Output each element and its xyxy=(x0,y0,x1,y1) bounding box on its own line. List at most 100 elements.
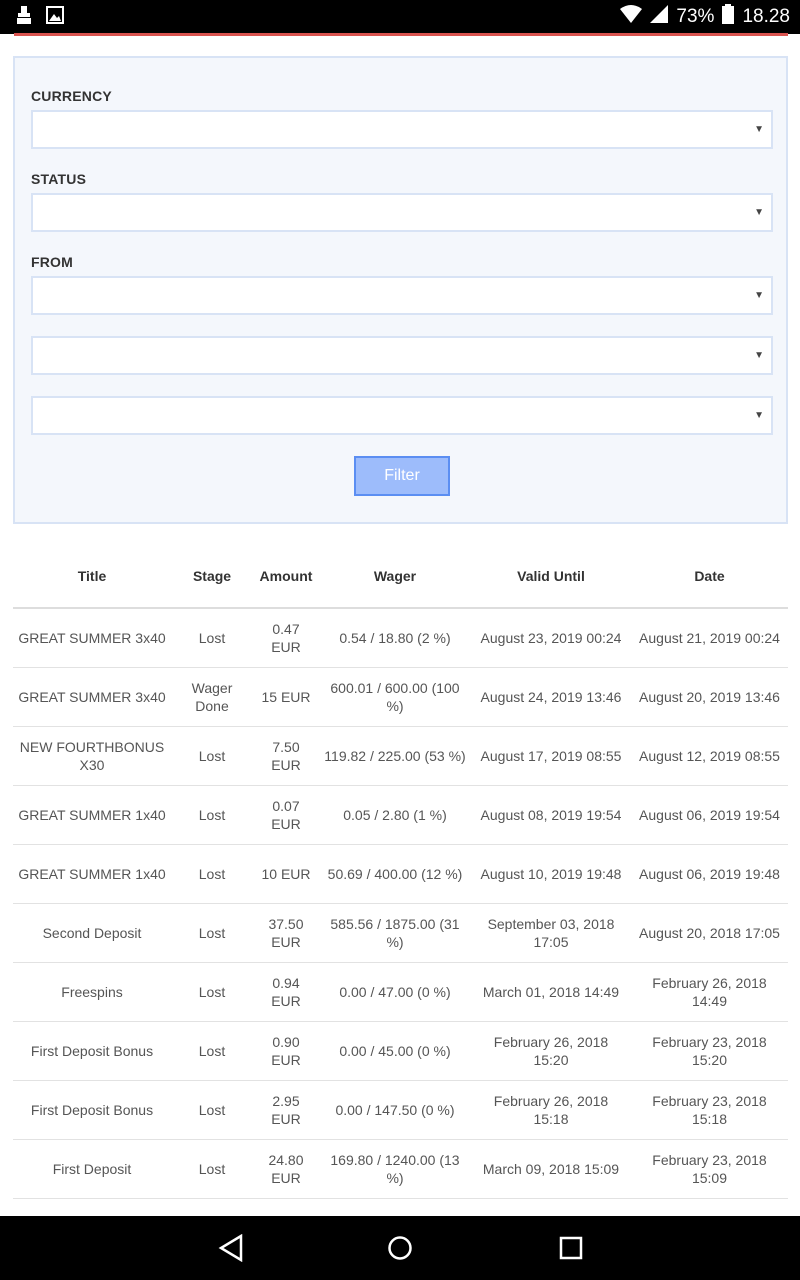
table-row: GREAT SUMMER 3x40 Lost 0.47 EUR 0.54 / 18.8… xyxy=(13,608,788,668)
cell-amount: 15 EUR xyxy=(253,667,319,727)
cell-wager: 0.00 / 47.00 (0 %) xyxy=(319,962,471,1022)
table-header-row: Title Stage Amount Wager Valid Until Date xyxy=(13,544,788,609)
cell-valid-until: September 03, 2018 17:05 xyxy=(471,903,631,963)
cell-valid-until: March 09, 2018 15:09 xyxy=(471,1139,631,1199)
cell-amount: 0.90 EUR xyxy=(253,1021,319,1081)
cell-date: February 23, 2018 15:18 xyxy=(631,1080,788,1140)
cell-wager: 50.69 / 400.00 (12 %) xyxy=(319,844,471,904)
cell-valid-until: August 23, 2019 00:24 xyxy=(471,608,631,668)
chevron-down-icon: ▼ xyxy=(754,410,764,421)
cell-title: First Deposit xyxy=(13,1139,171,1199)
column-header-wager: Wager xyxy=(319,544,471,609)
cell-wager: 169.80 / 1240.00 (13 %) xyxy=(319,1139,471,1199)
filter-panel: CURRENCY ▼ STATUS ▼ FROM ▼ ▼ ▼ Filter xyxy=(13,56,788,524)
cell-amount: 0.07 EUR xyxy=(253,785,319,845)
bonus-table: Title Stage Amount Wager Valid Until Date GRE… xyxy=(13,544,788,1199)
table-row: GREAT SUMMER 1x40 Lost 0.07 EUR 0.05 / 2.80… xyxy=(13,785,788,845)
table-row: First Deposit Bonus Lost 2.95 EUR 0.00 / 14… xyxy=(13,1080,788,1140)
from-month-select[interactable]: ▼ xyxy=(31,336,773,375)
column-header-amount: Amount xyxy=(253,544,319,609)
column-header-title: Title xyxy=(13,544,171,609)
cell-date: August 20, 2018 17:05 xyxy=(631,903,788,963)
cell-wager: 600.01 / 600.00 (100 %) xyxy=(319,667,471,727)
gallery-icon xyxy=(46,5,64,29)
chevron-down-icon: ▼ xyxy=(754,290,764,301)
from-day-select[interactable]: ▼ xyxy=(31,276,773,315)
filter-button[interactable]: Filter xyxy=(354,456,450,496)
cell-valid-until: August 10, 2019 19:48 xyxy=(471,844,631,904)
signal-icon xyxy=(650,5,669,29)
column-header-valid-until: Valid Until xyxy=(471,544,631,609)
wifi-icon xyxy=(620,5,643,29)
header-accent-line xyxy=(14,33,788,36)
cell-valid-until: August 17, 2019 08:55 xyxy=(471,726,631,786)
cell-title: First Deposit Bonus xyxy=(13,1080,171,1140)
cell-wager: 0.00 / 147.50 (0 %) xyxy=(319,1080,471,1140)
cell-amount: 10 EUR xyxy=(253,844,319,904)
cell-stage: Lost xyxy=(171,1080,253,1140)
from-year-select[interactable]: ▼ xyxy=(31,396,773,435)
cell-amount: 0.47 EUR xyxy=(253,608,319,668)
cell-valid-until: August 08, 2019 19:54 xyxy=(471,785,631,845)
cell-stage: Lost xyxy=(171,785,253,845)
clock: 18.28 xyxy=(742,6,790,27)
cell-amount: 37.50 EUR xyxy=(253,903,319,963)
table-body: GREAT SUMMER 3x40 Lost 0.47 EUR 0.54 / 18.8… xyxy=(13,608,788,1199)
cell-stage: Lost xyxy=(171,962,253,1022)
battery-icon xyxy=(722,4,735,30)
cell-date: August 06, 2019 19:48 xyxy=(631,844,788,904)
navigation-bar xyxy=(0,1216,800,1280)
cell-date: August 12, 2019 08:55 xyxy=(631,726,788,786)
cell-title: First Deposit Bonus xyxy=(13,1021,171,1081)
home-icon[interactable] xyxy=(387,1234,413,1267)
status-bar: 73% 18.28 xyxy=(0,0,800,34)
cell-date: February 23, 2018 15:09 xyxy=(631,1139,788,1199)
cell-stage: Wager Done xyxy=(171,667,253,727)
cell-date: August 20, 2019 13:46 xyxy=(631,667,788,727)
table-row: GREAT SUMMER 3x40 Wager Done 15 EUR 600.01 … xyxy=(13,667,788,727)
cell-valid-until: February 26, 2018 15:18 xyxy=(471,1080,631,1140)
chevron-down-icon: ▼ xyxy=(754,207,764,218)
cell-wager: 0.54 / 18.80 (2 %) xyxy=(319,608,471,668)
cell-stage: Lost xyxy=(171,1139,253,1199)
chevron-down-icon: ▼ xyxy=(754,124,764,135)
cell-title: GREAT SUMMER 1x40 xyxy=(13,844,171,904)
currency-label: CURRENCY xyxy=(31,88,112,104)
cell-wager: 119.82 / 225.00 (53 %) xyxy=(319,726,471,786)
cell-date: February 23, 2018 15:20 xyxy=(631,1021,788,1081)
status-label: STATUS xyxy=(31,171,87,187)
from-label: FROM xyxy=(31,254,74,270)
chevron-down-icon: ▼ xyxy=(754,350,764,361)
cell-valid-until: March 01, 2018 14:49 xyxy=(471,962,631,1022)
column-header-stage: Stage xyxy=(171,544,253,609)
table-row: Second Deposit Lost 37.50 EUR 585.56 / 1875… xyxy=(13,903,788,963)
cell-title: Freespins xyxy=(13,962,171,1022)
table-row: Freespins Lost 0.94 EUR 0.00 / 47.00 (0 %) M… xyxy=(13,962,788,1022)
table-row: First Deposit Bonus Lost 0.90 EUR 0.00 / 45… xyxy=(13,1021,788,1081)
table-row: First Deposit Lost 24.80 EUR 169.80 / 1240.… xyxy=(13,1139,788,1199)
cell-date: February 26, 2018 14:49 xyxy=(631,962,788,1022)
recents-icon[interactable] xyxy=(558,1234,584,1267)
cell-wager: 585.56 / 1875.00 (31 %) xyxy=(319,903,471,963)
cell-date: August 21, 2019 00:24 xyxy=(631,608,788,668)
cell-valid-until: August 24, 2019 13:46 xyxy=(471,667,631,727)
cell-stage: Lost xyxy=(171,608,253,668)
cell-title: NEW FOURTHBONUS X30 xyxy=(13,726,171,786)
cell-amount: 24.80 EUR xyxy=(253,1139,319,1199)
cell-wager: 0.05 / 2.80 (1 %) xyxy=(319,785,471,845)
cell-stage: Lost xyxy=(171,903,253,963)
currency-select[interactable]: ▼ xyxy=(31,110,773,149)
status-select[interactable]: ▼ xyxy=(31,193,773,232)
back-icon[interactable] xyxy=(218,1233,244,1267)
cell-stage: Lost xyxy=(171,844,253,904)
cell-amount: 2.95 EUR xyxy=(253,1080,319,1140)
cell-valid-until: February 26, 2018 15:20 xyxy=(471,1021,631,1081)
column-header-date: Date xyxy=(631,544,788,609)
cell-wager: 0.00 / 45.00 (0 %) xyxy=(319,1021,471,1081)
cell-amount: 7.50 EUR xyxy=(253,726,319,786)
table-row: GREAT SUMMER 1x40 Lost 10 EUR 50.69 / 400.0… xyxy=(13,844,788,904)
cell-title: GREAT SUMMER 1x40 xyxy=(13,785,171,845)
cell-title: GREAT SUMMER 3x40 xyxy=(13,608,171,668)
cell-stage: Lost xyxy=(171,1021,253,1081)
cell-amount: 0.94 EUR xyxy=(253,962,319,1022)
